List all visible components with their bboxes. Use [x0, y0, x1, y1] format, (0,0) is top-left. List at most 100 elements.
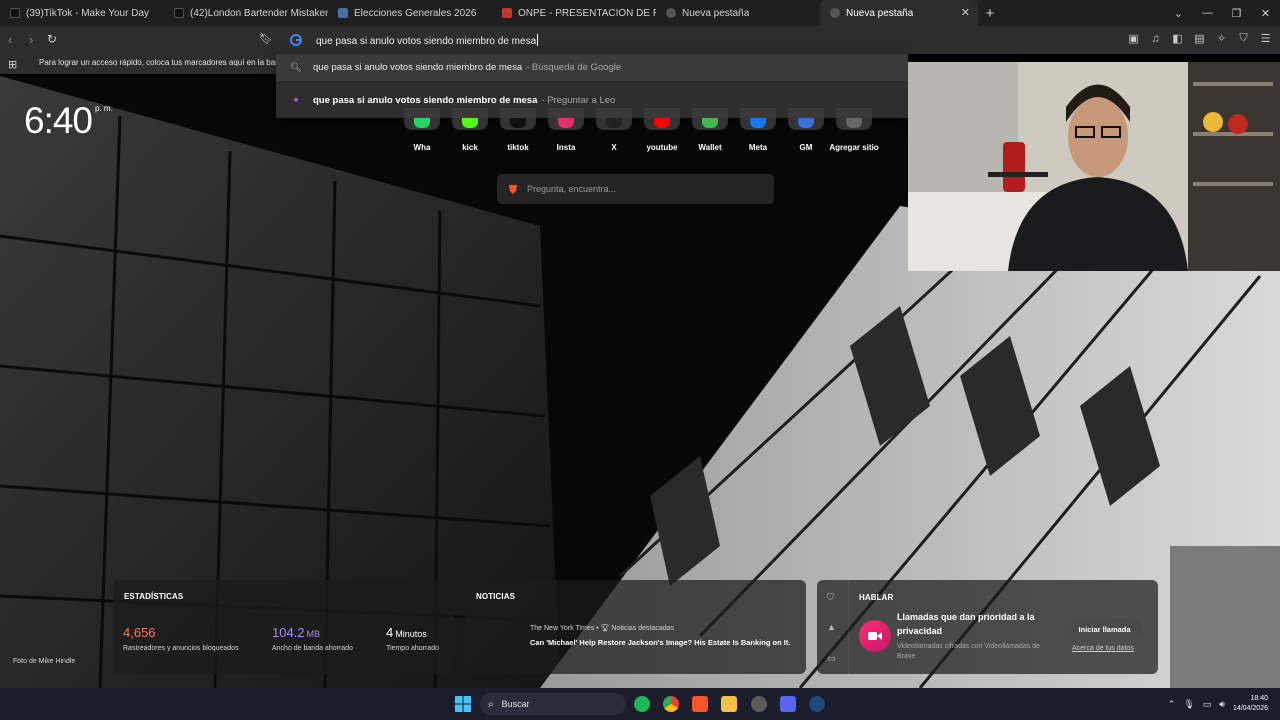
- top-site-meta[interactable]: Meta: [734, 108, 782, 152]
- stat-trackers: 4,656 Rastreadores y anuncios bloqueados: [123, 624, 239, 652]
- vpn-icon[interactable]: ⛉: [827, 592, 834, 603]
- taskbar-time: 18:40: [1250, 695, 1268, 702]
- vpn-shield-icon[interactable]: ⛉: [1237, 32, 1250, 45]
- top-site-youtube[interactable]: youtube: [638, 108, 686, 152]
- whatsapp-icon: [414, 118, 430, 128]
- tile-bg: [596, 108, 632, 130]
- microphone-icon[interactable]: 🎙︎: [1183, 699, 1194, 710]
- top-site-label: Agregar sitio: [829, 143, 879, 152]
- add-site-button[interactable]: Agregar sitio: [829, 108, 879, 152]
- tab-new-tab[interactable]: Nueva pestaña: [656, 0, 820, 26]
- x-icon: [606, 118, 622, 128]
- top-site-gm[interactable]: GM: [782, 108, 830, 152]
- new-tab-button[interactable]: +: [978, 0, 1002, 26]
- stats-widget: ESTADÍSTICAS 4,656 Rastreadores y anunci…: [113, 580, 454, 674]
- gm-icon: [798, 118, 814, 128]
- top-site-label: Wallet: [698, 143, 722, 152]
- tab-new-tab-active[interactable]: Nueva pestaña ✕: [820, 0, 978, 26]
- media-icon[interactable]: ♫: [1149, 32, 1162, 45]
- talk-title: HABLAR: [859, 593, 894, 602]
- discord-icon[interactable]: [780, 696, 796, 712]
- suggestion-google[interactable]: 🔍︎ que pasa si anulo votos siendo miembr…: [276, 54, 908, 81]
- suggestion-text: que pasa si anulo votos siendo miembro d…: [313, 94, 538, 106]
- start-call-button[interactable]: Iniciar llamada: [1067, 618, 1142, 640]
- news-headline[interactable]: Can 'Michael' Help Restore Jackson's Ima…: [530, 638, 790, 647]
- talk-icon[interactable]: ▭: [827, 653, 836, 664]
- privacy-link[interactable]: Acerca de tus datos: [1072, 645, 1134, 652]
- brave-icon[interactable]: [692, 696, 708, 712]
- top-site-x[interactable]: X: [590, 108, 638, 152]
- app-icon[interactable]: [751, 696, 767, 712]
- rewards-icon[interactable]: ▲: [827, 622, 836, 632]
- top-site-wallet[interactable]: Wallet: [686, 108, 734, 152]
- display-icon[interactable]: ▭: [1203, 699, 1212, 710]
- tile-bg: [740, 108, 776, 130]
- file-explorer-icon[interactable]: [721, 696, 737, 712]
- bookmarks-bar: ⊞ Para lograr un acceso rápido, coloca t…: [0, 54, 280, 74]
- address-bar[interactable]: que pasa si anulo votos siendo miembro d…: [276, 26, 908, 54]
- tab-tiktok[interactable]: (39)TikTok - Make Your Day: [0, 0, 164, 26]
- top-site-label: GM: [799, 143, 813, 152]
- back-icon[interactable]: ‹: [8, 32, 12, 47]
- volume-icon[interactable]: 🔊︎: [1219, 699, 1225, 710]
- tile-bg: [548, 108, 584, 130]
- forward-icon[interactable]: ›: [29, 32, 33, 47]
- news-source: The New York Times • 🏆︎ Noticias destaca…: [530, 624, 674, 632]
- taskbar-search[interactable]: ⌕ Buscar: [480, 693, 626, 715]
- spotify-icon[interactable]: [634, 696, 650, 712]
- ntp-search-input[interactable]: [527, 184, 747, 194]
- news-publisher: The New York Times: [530, 625, 595, 632]
- youtube-icon: [654, 118, 670, 128]
- taskbar-clock[interactable]: 18:40 14/04/2026: [1233, 694, 1268, 714]
- reload-icon[interactable]: ↻: [47, 32, 57, 46]
- tab-elecciones[interactable]: Elecciones Generales 2026: [328, 0, 492, 26]
- tab-title: ONPE - PRESENTACIÓN DE RESULTAD: [518, 7, 656, 19]
- tile-bg: [500, 108, 536, 130]
- tab-title: Nueva pestaña: [846, 7, 914, 19]
- search-icon: ⌕: [488, 698, 494, 710]
- top-site-whatsapp[interactable]: Wha: [398, 108, 446, 152]
- top-site-tiktok[interactable]: tiktok: [494, 108, 542, 152]
- brave-favicon-icon: [666, 8, 676, 18]
- screenshot-icon[interactable]: ▣: [1127, 32, 1140, 45]
- ntp-search-box[interactable]: [497, 174, 774, 204]
- apps-grid-icon[interactable]: ⊞: [8, 58, 17, 71]
- tab-title: (42)London Bartender Mistakenly Th: [190, 7, 328, 19]
- leo-icon[interactable]: ✧: [1215, 32, 1228, 45]
- close-tab-icon[interactable]: ✕: [961, 6, 970, 19]
- tab-search-chevron-icon[interactable]: ⌄: [1164, 0, 1193, 26]
- camera-glyph: [868, 632, 882, 640]
- menu-icon[interactable]: ☰: [1259, 32, 1272, 45]
- address-input[interactable]: que pasa si anulo votos siendo miembro d…: [316, 33, 539, 47]
- steam-icon[interactable]: [809, 696, 825, 712]
- sidebar-icon[interactable]: ◧: [1171, 32, 1184, 45]
- wallet-icon: [702, 118, 718, 128]
- bookmark-icon[interactable]: 🔖︎: [259, 32, 273, 45]
- news-title: NOTICIAS: [476, 592, 516, 601]
- tab-title: Nueva pestaña: [682, 7, 750, 19]
- tab-strip: (39)TikTok - Make Your Day (42)London Ba…: [0, 0, 1280, 26]
- window-controls: ⌄ — ❐ ✕: [1164, 0, 1280, 26]
- tab-onpe[interactable]: ONPE - PRESENTACIÓN DE RESULTAD: [492, 0, 656, 26]
- photo-credit[interactable]: Foto de Mike Hindle: [13, 658, 75, 665]
- chrome-icon[interactable]: [663, 696, 679, 712]
- news-tag: Noticias destacadas: [611, 625, 675, 632]
- tab-tiktok-video[interactable]: (42)London Bartender Mistakenly Th: [164, 0, 328, 26]
- stat-bandwidth: 104.2 MB Ancho de banda ahorrado: [272, 624, 353, 652]
- wallet-icon[interactable]: ▤: [1193, 32, 1206, 45]
- stat-time: 4 Minutos Tiempo ahorrado: [386, 624, 439, 652]
- top-site-label: tiktok: [507, 143, 529, 152]
- news-widget[interactable]: NOTICIAS The New York Times • 🏆︎ Noticia…: [465, 580, 806, 674]
- chevron-up-icon[interactable]: ⌃: [1168, 699, 1176, 710]
- close-window-icon[interactable]: ✕: [1251, 0, 1280, 26]
- top-site-kick[interactable]: kick: [446, 108, 494, 152]
- video-camera-icon: [859, 620, 891, 652]
- windows-start-icon[interactable]: [455, 696, 471, 712]
- suggestion-text: que pasa si anulo votos siendo miembro d…: [313, 62, 523, 73]
- search-icon: 🔍︎: [290, 62, 302, 72]
- minimize-icon[interactable]: —: [1193, 0, 1222, 26]
- top-site-label: Wha: [413, 143, 431, 152]
- restore-icon[interactable]: ❐: [1222, 0, 1251, 26]
- top-site-instagram[interactable]: Insta: [542, 108, 590, 152]
- stats-title: ESTADÍSTICAS: [124, 592, 184, 601]
